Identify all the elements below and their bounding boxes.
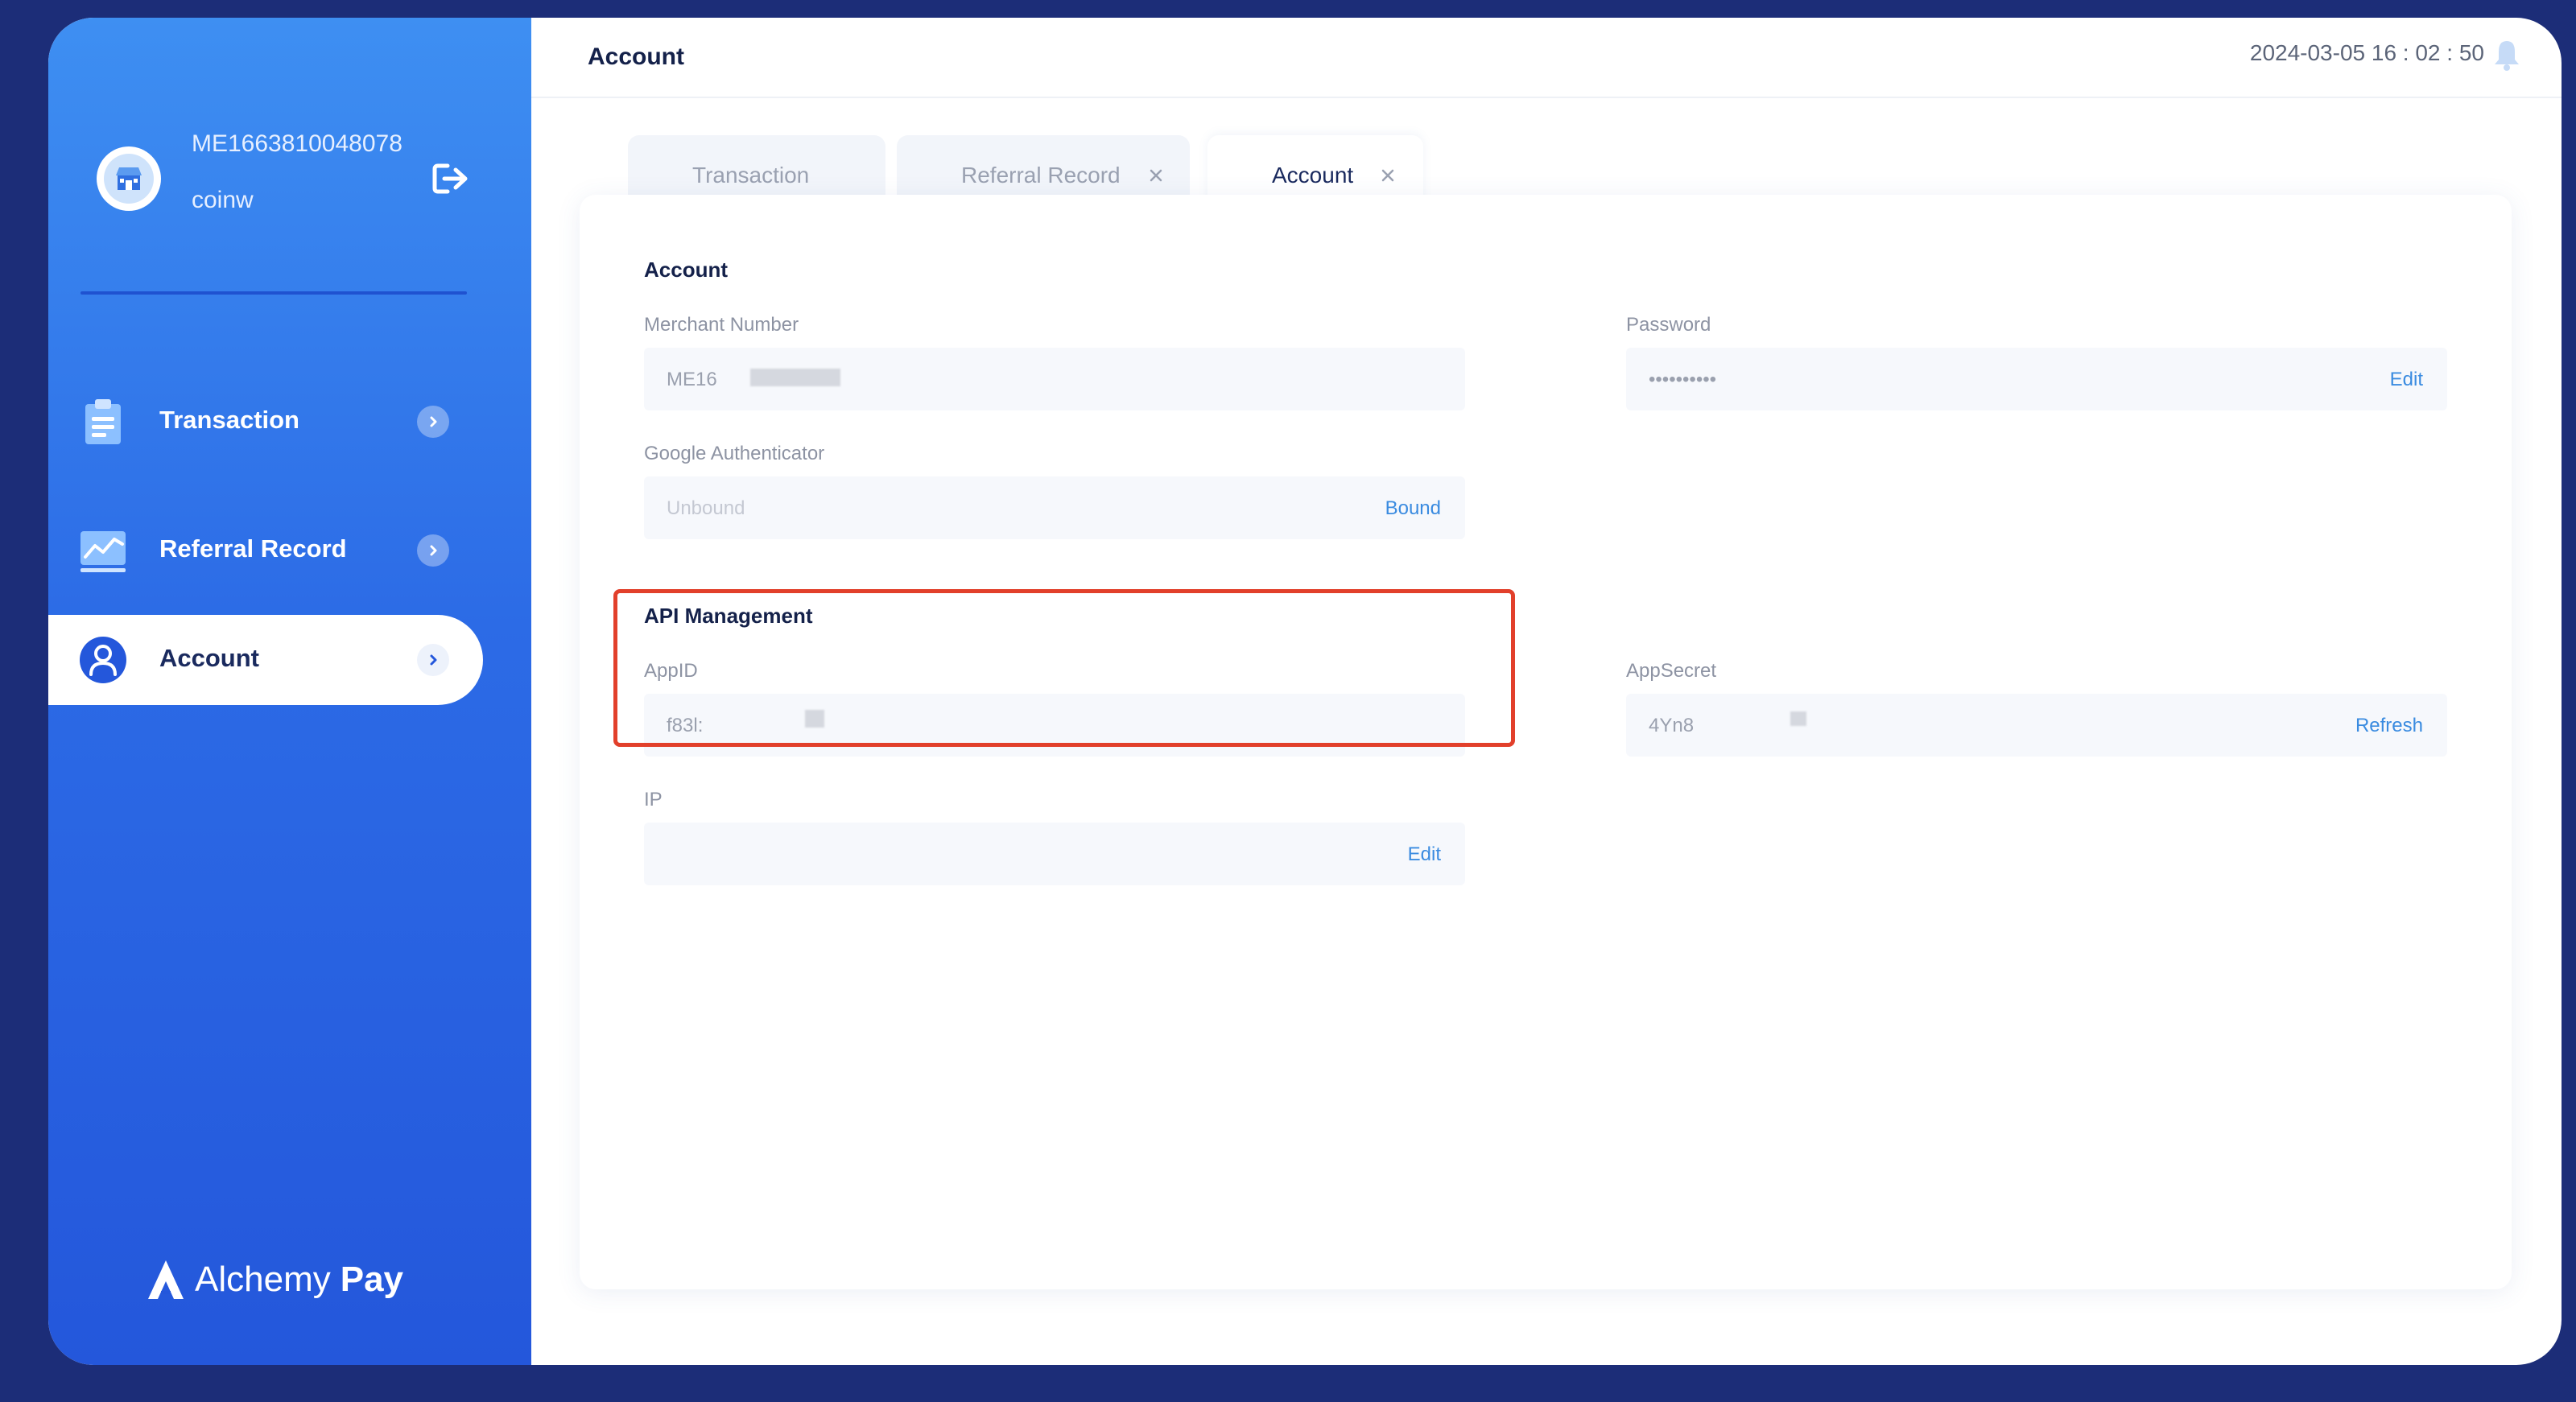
password-label: Password bbox=[1626, 314, 1711, 336]
user-icon bbox=[79, 636, 127, 684]
sidebar-item-label: Transaction bbox=[159, 406, 299, 434]
top-header: Account 2024-03-05 16 : 02 : 50 bbox=[531, 18, 2562, 98]
chevron-right-icon bbox=[417, 644, 449, 676]
sidebar-item-transaction[interactable]: Transaction bbox=[48, 377, 483, 467]
sidebar-divider bbox=[80, 291, 467, 295]
brand-word-2: Pay bbox=[340, 1260, 404, 1299]
avatar bbox=[97, 146, 161, 211]
tab-label: Transaction bbox=[692, 163, 810, 188]
sidebar-item-label: Referral Record bbox=[159, 534, 347, 563]
logout-icon[interactable] bbox=[430, 159, 472, 198]
sidebar-item-account[interactable]: Account bbox=[48, 615, 483, 705]
user-id: ME1663810048078 bbox=[192, 130, 402, 157]
page-title: Account bbox=[588, 43, 684, 70]
close-icon[interactable] bbox=[1378, 166, 1397, 185]
merchant-number-value: ME16 bbox=[667, 369, 717, 390]
ip-field: Edit bbox=[644, 823, 1465, 885]
edit-password-button[interactable]: Edit bbox=[2390, 369, 2423, 391]
alchemy-pay-logo-icon bbox=[143, 1257, 188, 1302]
refresh-appsecret-button[interactable]: Refresh bbox=[2355, 715, 2423, 737]
close-icon[interactable] bbox=[1146, 166, 1166, 185]
bell-icon[interactable] bbox=[2492, 39, 2521, 71]
clipboard-icon bbox=[79, 398, 127, 446]
edit-ip-button[interactable]: Edit bbox=[1408, 843, 1441, 866]
tab-label: Account bbox=[1272, 163, 1354, 188]
google-auth-label: Google Authenticator bbox=[644, 443, 825, 464]
tab-label: Referral Record bbox=[961, 163, 1121, 188]
bind-google-auth-button[interactable]: Bound bbox=[1385, 497, 1441, 520]
redacted-block bbox=[750, 369, 840, 386]
sidebar: ME1663810048078 coinw Transaction Referr… bbox=[48, 18, 531, 1365]
chevron-right-icon bbox=[417, 534, 449, 567]
appsecret-value: 4Yn8 bbox=[1649, 715, 1695, 736]
account-section-title: Account bbox=[644, 258, 728, 282]
brand-word-1: Alchemy bbox=[195, 1260, 331, 1299]
sidebar-item-referral-record[interactable]: Referral Record bbox=[48, 505, 483, 596]
appsecret-label: AppSecret bbox=[1626, 660, 1717, 682]
line-chart-icon bbox=[79, 526, 127, 575]
appsecret-field: 4Yn8 Refresh bbox=[1626, 694, 2447, 757]
redacted-block bbox=[1790, 711, 1806, 726]
chevron-right-icon bbox=[417, 406, 449, 438]
app-window: ME1663810048078 coinw Transaction Referr… bbox=[48, 18, 2562, 1365]
sidebar-item-label: Account bbox=[159, 644, 259, 672]
ip-label: IP bbox=[644, 789, 663, 810]
brand-logo: Alchemy Pay bbox=[143, 1257, 403, 1302]
password-value: •••••••••• bbox=[1649, 369, 1717, 390]
datetime-display: 2024-03-05 16 : 02 : 50 bbox=[2249, 40, 2484, 65]
store-icon bbox=[104, 154, 154, 204]
user-name: coinw bbox=[192, 187, 254, 213]
merchant-number-label: Merchant Number bbox=[644, 314, 799, 336]
ip-highlight-box bbox=[613, 589, 1515, 747]
password-field: •••••••••• Edit bbox=[1626, 348, 2447, 410]
google-auth-value: Unbound bbox=[667, 497, 745, 519]
google-auth-field: Unbound Bound bbox=[644, 476, 1465, 539]
merchant-number-field: ME16 bbox=[644, 348, 1465, 410]
